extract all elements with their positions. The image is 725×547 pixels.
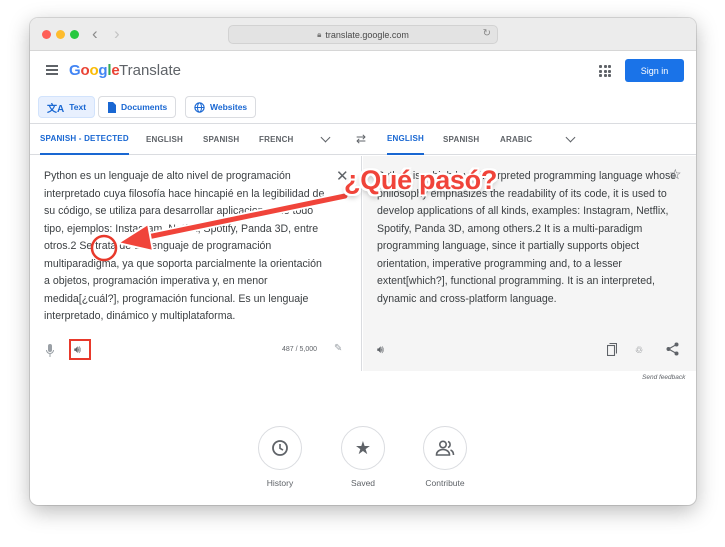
- history-icon: [258, 426, 302, 470]
- forward-arrow-icon[interactable]: ›: [114, 24, 120, 44]
- tab-documents-label: Documents: [121, 102, 168, 112]
- product-name: Translate: [119, 62, 181, 79]
- target-lang-arabic[interactable]: ARABIC: [500, 124, 532, 155]
- translate-icon: 文A: [47, 103, 65, 115]
- mode-tabs: 文A Text Documents Websites: [30, 94, 696, 120]
- tab-text[interactable]: 文A Text: [38, 96, 96, 118]
- minimize-window-button[interactable]: [56, 30, 65, 39]
- tab-websites[interactable]: Websites: [185, 96, 257, 118]
- apps-grid-icon[interactable]: [599, 65, 611, 77]
- rate-translation-icon[interactable]: ♲: [635, 345, 643, 356]
- source-lang-detected[interactable]: SPANISH - DETECTED: [40, 124, 129, 155]
- source-textarea[interactable]: Python es un lenguaje de alto nivel de p…: [44, 168, 326, 326]
- google-logo[interactable]: Google: [69, 62, 120, 79]
- share-icon[interactable]: [666, 342, 679, 356]
- tab-documents[interactable]: Documents: [98, 96, 177, 118]
- swap-languages-icon[interactable]: ⇄: [356, 132, 366, 146]
- tab-websites-label: Websites: [210, 102, 248, 112]
- document-icon: [108, 101, 116, 113]
- saved-label: Saved: [350, 478, 376, 488]
- annotation-label: ¿Qué pasó?: [344, 165, 498, 195]
- source-lang-french[interactable]: FRENCH: [259, 124, 294, 155]
- history-label: History: [266, 478, 294, 488]
- url-text: translate.google.com: [325, 29, 409, 40]
- sign-in-button[interactable]: Sign in: [625, 59, 684, 82]
- source-lang-spanish[interactable]: SPANISH: [203, 124, 239, 155]
- saved-star-icon: ★: [341, 426, 385, 470]
- language-bar: SPANISH - DETECTED ENGLISH SPANISH FRENC…: [30, 123, 696, 155]
- address-bar[interactable]: 🔒︎ translate.google.com ↻: [228, 25, 498, 44]
- back-arrow-icon[interactable]: ‹: [92, 24, 98, 44]
- tab-text-label: Text: [69, 102, 87, 112]
- browser-titlebar: ‹ › 🔒︎ translate.google.com ↻: [30, 18, 696, 51]
- lock-icon: 🔒︎: [317, 29, 322, 39]
- menu-icon[interactable]: [46, 65, 58, 75]
- people-icon: [423, 426, 467, 470]
- source-pane: Python es un lenguaje de alto nivel de p…: [30, 156, 362, 371]
- speaker-highlight-box: [69, 339, 91, 360]
- target-speaker-icon[interactable]: 🔊︎: [377, 344, 384, 357]
- app-header: Google Translate Sign in: [30, 51, 696, 91]
- microphone-icon[interactable]: [46, 344, 54, 358]
- contribute-label: Contribute: [425, 478, 465, 488]
- reload-icon[interactable]: ↻: [483, 28, 491, 39]
- target-lang-spanish[interactable]: SPANISH: [443, 124, 479, 155]
- star-icon[interactable]: ☆: [669, 166, 682, 183]
- target-lang-english[interactable]: ENGLISH: [387, 124, 424, 155]
- source-lang-english[interactable]: ENGLISH: [146, 124, 183, 155]
- saved-shortcut[interactable]: ★ Saved: [333, 426, 393, 488]
- send-feedback-link[interactable]: Send feedback: [642, 374, 685, 381]
- history-shortcut[interactable]: History: [250, 426, 310, 488]
- contribute-shortcut[interactable]: Contribute: [415, 426, 475, 488]
- character-counter: 487 / 5,000: [282, 346, 318, 353]
- chevron-down-icon[interactable]: [565, 132, 576, 143]
- edit-pencil-icon[interactable]: ✎: [334, 343, 342, 354]
- browser-window: ‹ › 🔒︎ translate.google.com ↻ Google Tra…: [30, 18, 696, 505]
- globe-icon: [194, 101, 205, 113]
- chevron-down-icon[interactable]: [320, 132, 331, 143]
- copy-icon[interactable]: [607, 343, 617, 356]
- zoom-window-button[interactable]: [70, 30, 79, 39]
- close-window-button[interactable]: [42, 30, 51, 39]
